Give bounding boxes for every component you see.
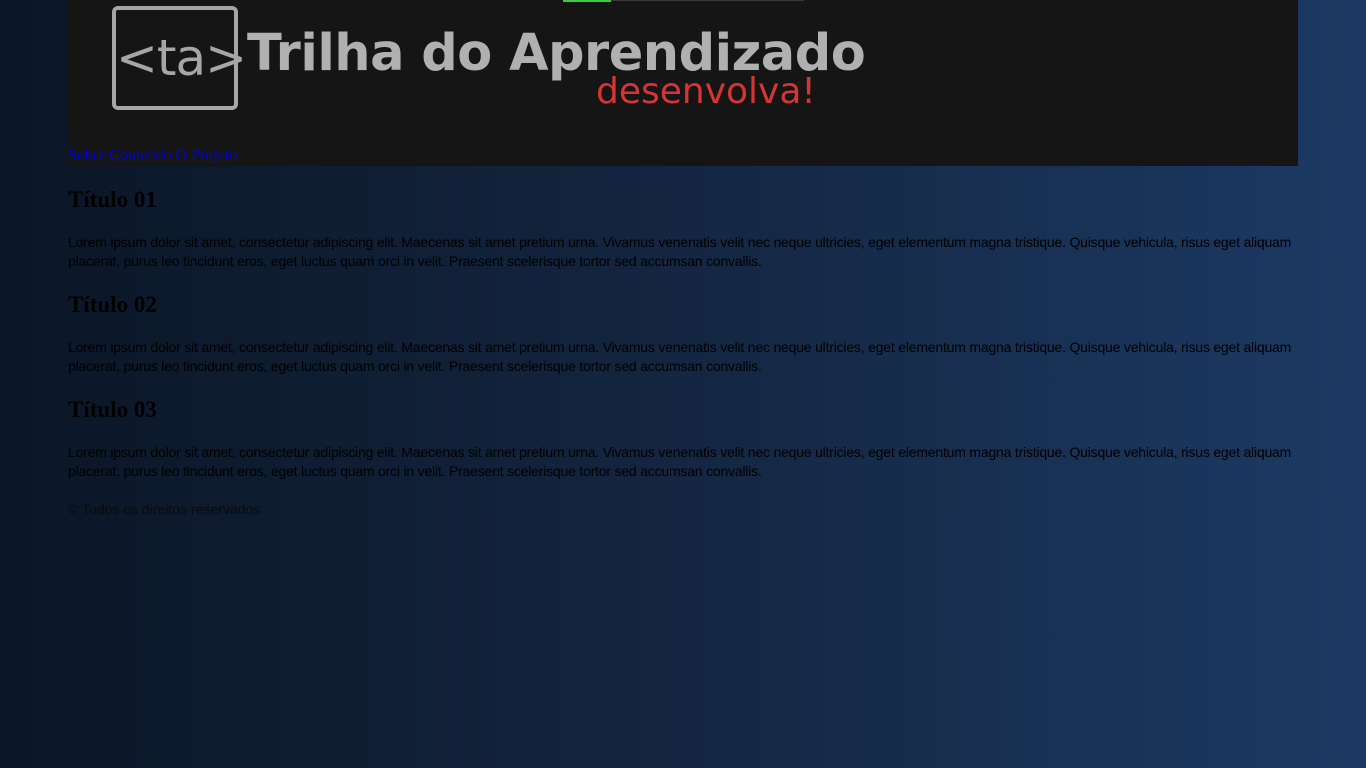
section-title: Título 01 xyxy=(68,187,157,212)
main-content: Título 01 Lorem ipsum dolor sit amet, co… xyxy=(68,180,1298,495)
site-tagline: desenvolva! xyxy=(596,71,816,112)
content-section: Título 02 Lorem ipsum dolor sit amet, co… xyxy=(68,285,1298,376)
content-section: Título 01 Lorem ipsum dolor sit amet, co… xyxy=(68,180,1298,271)
progress-bar-fill xyxy=(563,0,612,2)
section-body: Lorem ipsum dolor sit amet, consectetur … xyxy=(68,234,1292,269)
section-body: Lorem ipsum dolor sit amet, consectetur … xyxy=(68,444,1292,479)
site-header: <ta> Trilha do Aprendizado desenvolva! xyxy=(68,0,1298,166)
nav-link-o-projeto[interactable]: O Projeto xyxy=(176,147,238,164)
section-title: Título 03 xyxy=(68,397,157,422)
content-section: Título 03 Lorem ipsum dolor sit amet, co… xyxy=(68,390,1298,481)
section-body: Lorem ipsum dolor sit amet, consectetur … xyxy=(68,339,1292,374)
logo[interactable]: <ta> xyxy=(112,6,247,110)
nav-link-conteudo[interactable]: Conteúdo xyxy=(109,147,171,164)
copyright-text: © Todos os direitos reservados xyxy=(68,501,261,517)
section-title: Título 02 xyxy=(68,292,157,317)
nav-link-sobre[interactable]: Sobre xyxy=(68,147,105,164)
main-nav: Sobre Conteúdo O Projeto xyxy=(68,146,237,166)
site-footer: © Todos os direitos reservados xyxy=(68,500,260,518)
progress-bar xyxy=(563,0,804,2)
